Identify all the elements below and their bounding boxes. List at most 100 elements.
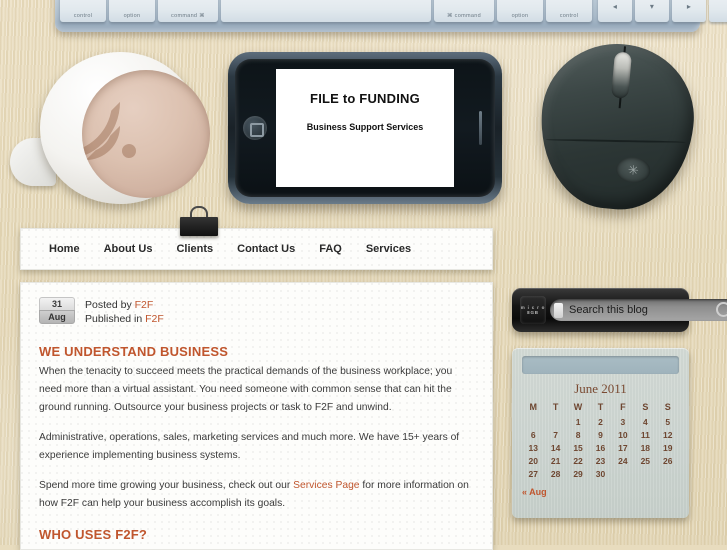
calendar-day-empty: [657, 467, 679, 480]
search-field-wrapper: [550, 299, 727, 321]
binder-clip-body: [180, 217, 218, 236]
calendar-day: 4: [642, 416, 648, 427]
mug-coffee-surface: [82, 70, 210, 198]
usb-plug-icon: [554, 302, 563, 318]
main-navigation: Home About Us Clients Contact Us FAQ Services: [20, 228, 493, 273]
site-title: FILE to FUNDING: [310, 91, 420, 106]
calendar-day: 21: [550, 455, 561, 466]
calendar-day: 13: [528, 442, 538, 453]
search-icon[interactable]: [713, 299, 727, 321]
post-date-month: Aug: [39, 310, 75, 324]
services-page-link[interactable]: Services Page: [293, 480, 359, 491]
calendar-day: 16: [595, 442, 606, 453]
calendar-day: 6: [530, 429, 536, 440]
article-heading-1: WE UNDERSTAND BUSINESS: [39, 344, 229, 359]
calendar-day: 24: [618, 455, 628, 466]
calendar-widget: June 2011 MTWTFSS 1 2 3 4 5 6 7 8 9 10 11 12 13 14 15 1…: [512, 348, 689, 518]
calendar-week-row: 27 28 29 30: [522, 467, 679, 480]
calendar-week-row: 13 14 15 16 17 18 19: [522, 441, 679, 454]
calendar-weekday: W: [573, 402, 583, 412]
keyboard-key-label: ◂: [612, 1, 618, 11]
post-byline: Posted by F2F Published in F2F: [85, 297, 164, 326]
calendar-weekday: M: [529, 402, 537, 412]
calendar-weekday: S: [664, 402, 671, 412]
search-widget: m i c r o 8GB: [512, 288, 727, 332]
rss-dot: [122, 144, 136, 158]
keyboard-key: ▸: [672, 0, 706, 22]
phone-screen: FILE to FUNDING Business Support Service…: [276, 69, 454, 187]
calendar-weekday: S: [642, 402, 649, 412]
usb-label-line-2: 8GB: [527, 310, 539, 315]
nav-item-clients[interactable]: Clients: [164, 239, 225, 259]
calendar-weekday: F: [620, 402, 626, 412]
keyboard-key: control: [60, 0, 106, 22]
calendar-day: 2: [598, 416, 603, 427]
calendar-week-row: 20 21 22 23 24 25 26: [522, 454, 679, 467]
usb-drive-label: m i c r o 8GB: [520, 296, 546, 324]
keyboard-key: ⌘ command: [434, 0, 494, 22]
calendar-day: 12: [663, 429, 673, 440]
phone-logo-banner: FILE to FUNDING Business Support Service…: [228, 52, 502, 204]
calendar-prev-month-link[interactable]: « Aug: [522, 487, 547, 497]
calendar-day: 7: [553, 429, 558, 440]
nav-item-home[interactable]: Home: [39, 239, 92, 259]
coffee-mug-decoration: [10, 46, 222, 206]
calendar-day: 29: [573, 468, 583, 479]
phone-home-button-icon: [243, 116, 267, 140]
search-input[interactable]: [563, 304, 711, 316]
calendar-day: 27: [528, 468, 538, 479]
article-paragraph-1: When the tenacity to succeed meets the p…: [39, 366, 453, 413]
keyboard-key: altoption: [109, 0, 155, 22]
calendar-weekday-row: MTWTFSS: [522, 400, 679, 415]
post-author-line: Posted by F2F: [85, 298, 164, 312]
keyboard-key: 0: [709, 0, 727, 22]
post-author-link[interactable]: F2F: [135, 299, 154, 311]
post-date-day: 31: [39, 297, 75, 310]
post-meta: 31 Aug Posted by F2F Published in F2F: [39, 297, 474, 330]
mouse-brand-badge-icon: ✳: [615, 156, 652, 185]
keyboard-key-label: ⌘ command: [447, 13, 481, 19]
mouse-scroll-wheel-icon: [611, 51, 632, 99]
calendar-body: 1 2 3 4 5 6 7 8 9 10 11 12 13 14 15 16 17 18 19 20 21 22 23 24 2…: [522, 415, 679, 480]
calendar-weekday: T: [552, 402, 559, 412]
keyboard-key-label: ▾: [649, 1, 655, 11]
calendar-weekday: T: [597, 402, 604, 412]
navigation-wrapper: Home About Us Clients Contact Us FAQ Services: [20, 206, 493, 273]
keyboard-key: altoption: [497, 0, 543, 22]
calendar-table: MTWTFSS 1 2 3 4 5 6 7 8 9 10 11 12 13 14 15 16 17 18 19 20 2…: [522, 400, 679, 480]
article-paragraph-4: Anyone can benefit from our services, wh…: [39, 546, 474, 549]
calendar-day: 23: [595, 455, 606, 466]
keyboard-key: control: [546, 0, 592, 22]
calendar-day: 10: [618, 429, 628, 440]
nav-item-about-us[interactable]: About Us: [92, 239, 165, 259]
nav-item-services[interactable]: Services: [354, 239, 423, 259]
keyboard-key-label: option: [123, 13, 141, 19]
post-category-link[interactable]: F2F: [145, 313, 164, 325]
calendar-week-row: 1 2 3 4 5: [522, 415, 679, 428]
nav-item-contact-us[interactable]: Contact Us: [225, 239, 307, 259]
article-paragraph-2: Administrative, operations, sales, marke…: [39, 432, 460, 461]
posted-by-label: Posted by: [85, 299, 132, 311]
calendar-day-empty: [544, 415, 566, 428]
keyboard-key-label: control: [73, 13, 93, 19]
calendar-day: 19: [663, 442, 673, 453]
keyboard-numpad-row: ◂▾▸0.enter: [598, 0, 727, 22]
calendar-caption: June 2011: [574, 381, 627, 396]
calendar-screen-bar: [522, 356, 679, 374]
calendar-day: 25: [640, 455, 651, 466]
mouse-seam: [545, 138, 686, 144]
site-tagline: Business Support Services: [306, 122, 424, 132]
calendar-day: 3: [620, 416, 626, 427]
published-in-label: Published in: [85, 313, 143, 325]
rss-feed-icon: [82, 96, 182, 160]
calendar-day: 14: [550, 442, 561, 453]
calendar-day: 28: [550, 468, 561, 479]
article-panel: 31 Aug Posted by F2F Published in F2F WE…: [20, 282, 493, 550]
article-heading-2: WHO USES F2F?: [39, 527, 148, 542]
keyboard-main-row: control altoption command ⌘ ⌘ command altopt…: [60, 0, 592, 22]
keyboard-key: ◂: [598, 0, 632, 22]
phone-speaker-icon: [479, 111, 482, 145]
calendar-day: 11: [640, 429, 650, 440]
keyboard-key-label: ▸: [686, 1, 692, 11]
nav-item-faq[interactable]: FAQ: [307, 239, 354, 259]
